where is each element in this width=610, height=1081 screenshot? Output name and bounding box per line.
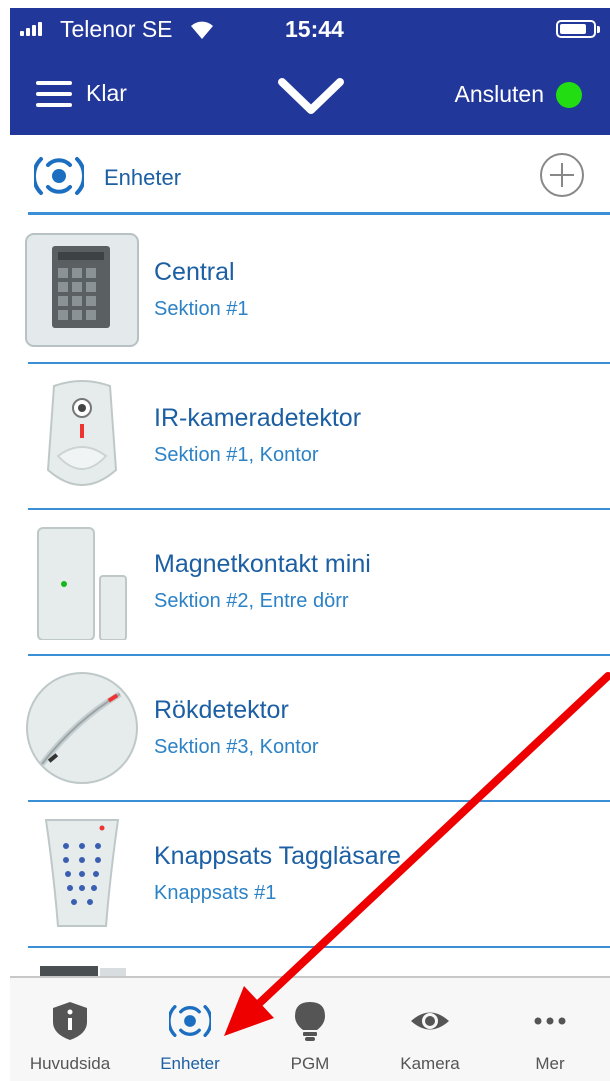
control-panel-icon — [25, 233, 139, 347]
tab-bar: Huvudsida Enheter PGM Kamera Mer — [10, 976, 610, 1081]
devices-icon — [169, 1005, 211, 1037]
tab-label: Kamera — [400, 1054, 460, 1073]
status-bar: Telenor SE 15:44 — [10, 8, 610, 48]
device-row-keypad[interactable]: Knappsats Taggläsare Knappsats #1 — [10, 802, 610, 948]
section-header: Enheter — [10, 135, 610, 215]
app-screen: Telenor SE 15:44 Klar Ansluten Enheter C… — [10, 8, 610, 1081]
connection-label: Ansluten — [454, 81, 544, 107]
device-row-magnet-contact[interactable]: Magnetkontakt mini Sektion #2, Entre dör… — [10, 510, 610, 656]
device-name: Magnetkontakt mini — [154, 550, 371, 578]
system-status-label: Klar — [86, 80, 127, 106]
status-dot-icon — [556, 81, 582, 108]
device-name: Knappsats Taggläsare — [154, 842, 401, 870]
keypad-icon — [44, 819, 120, 927]
add-icon[interactable] — [538, 151, 586, 199]
device-subtitle: Sektion #1 — [154, 298, 249, 320]
signal-icon — [20, 22, 42, 36]
section-title: Enheter — [104, 165, 182, 190]
chevron-down-icon[interactable] — [276, 76, 346, 116]
battery-icon — [556, 20, 600, 38]
tab-label: Enheter — [160, 1054, 220, 1073]
device-subtitle: Sektion #3, Kontor — [154, 736, 319, 758]
devices-icon — [34, 157, 84, 195]
connection-status: Ansluten — [454, 81, 582, 108]
smoke-detector-icon — [26, 672, 138, 784]
device-subtitle: Knappsats #1 — [154, 882, 277, 904]
carrier-name: Telenor SE — [60, 16, 173, 42]
shield-icon — [53, 1002, 87, 1040]
device-name: Rökdetektor — [154, 696, 289, 724]
menu-button[interactable]: Klar — [36, 80, 127, 107]
magnet-contact-icon — [37, 527, 127, 640]
divider — [28, 212, 610, 215]
tab-kamera[interactable]: Kamera — [370, 978, 490, 1081]
tab-label: PGM — [290, 1054, 330, 1073]
device-row-central[interactable]: Central Sektion #1 — [10, 218, 610, 364]
device-row-ir-camera-detector[interactable]: IR-kameradetektor Sektion #1, Kontor — [10, 364, 610, 510]
clock: 15:44 — [285, 16, 344, 42]
device-list: Central Sektion #1 IR-kameradetektor Sek… — [10, 218, 610, 1081]
device-subtitle: Sektion #1, Kontor — [154, 444, 319, 466]
more-icon — [534, 1017, 566, 1025]
tab-label: Mer — [535, 1054, 565, 1073]
device-row-smoke-detector[interactable]: Rökdetektor Sektion #3, Kontor — [10, 656, 610, 802]
device-subtitle: Sektion #2, Entre dörr — [154, 590, 349, 612]
tab-mer[interactable]: Mer — [490, 978, 610, 1081]
tab-huvudsida[interactable]: Huvudsida — [10, 978, 130, 1081]
hamburger-icon — [36, 80, 72, 107]
ir-camera-detector-icon — [46, 380, 118, 486]
eye-icon — [411, 1012, 449, 1030]
tab-enheter[interactable]: Enheter — [130, 978, 250, 1081]
lightbulb-icon — [295, 1002, 325, 1041]
nav-bar: Klar Ansluten — [10, 48, 610, 135]
wifi-icon — [191, 21, 213, 39]
tab-label: Huvudsida — [29, 1054, 111, 1073]
tab-pgm[interactable]: PGM — [250, 978, 370, 1081]
device-name: IR-kameradetektor — [154, 404, 362, 432]
device-name: Central — [154, 258, 235, 286]
